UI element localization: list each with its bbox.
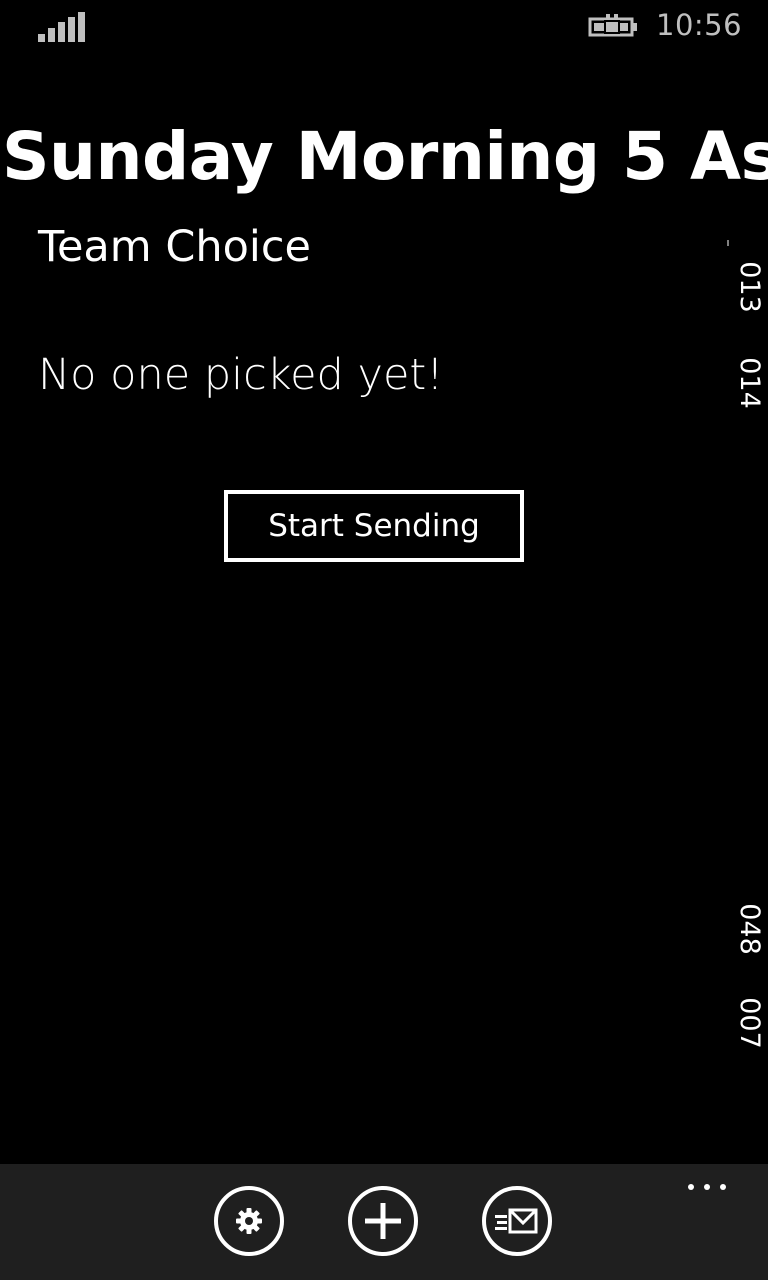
jump-list-item[interactable]: 007 [734,986,765,1060]
status-bar: 10:56 [0,0,768,56]
more-ellipsis-icon[interactable] [684,1178,734,1198]
app-screen: 10:56 Sunday Morning 5 Aside Team Choice… [0,0,768,1280]
jump-list-item[interactable]: 014 [734,346,765,420]
start-sending-button[interactable]: Start Sending [224,490,524,562]
send-message-button[interactable] [482,1186,552,1256]
section-title: Team Choice [38,222,311,272]
signal-strength-icon [38,12,86,42]
add-button[interactable] [348,1186,418,1256]
empty-state-message: No one picked yet! [38,350,444,400]
status-clock: 10:56 [656,8,743,42]
settings-gear-icon [236,1208,262,1234]
app-bar [0,1164,768,1280]
jump-list-item[interactable]: 013 [734,250,765,324]
page-title: Sunday Morning 5 Aside [2,118,768,195]
settings-button[interactable] [214,1186,284,1256]
send-message-icon [495,1208,538,1234]
jump-list-item[interactable]: 048 [734,892,765,966]
add-icon [365,1203,401,1239]
jump-list-indicator [727,240,729,246]
battery-charging-icon [588,14,640,40]
